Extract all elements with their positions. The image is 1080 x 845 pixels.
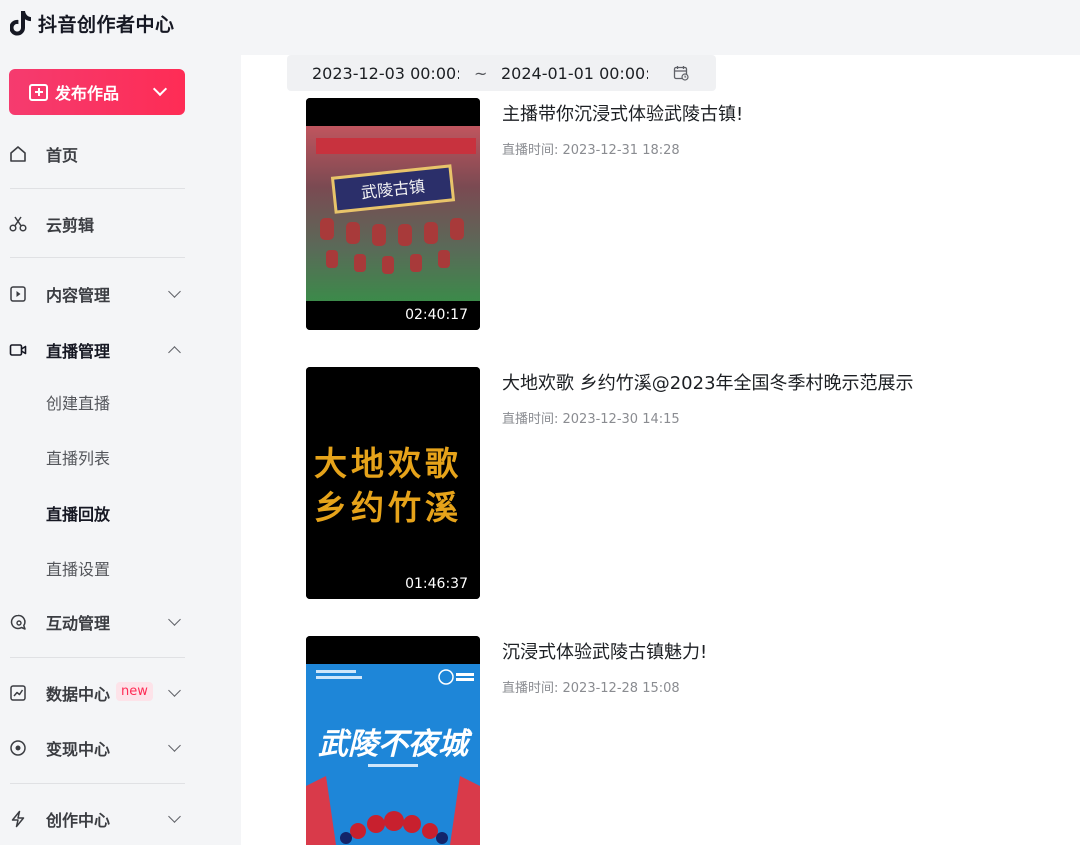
chevron-down-icon (168, 684, 181, 697)
sub-live-replay[interactable]: 直播回放 (46, 501, 110, 525)
calendar-icon[interactable] (673, 65, 689, 81)
replay-thumbnail[interactable]: 武陵不夜城 (306, 636, 480, 845)
nav-content-management-label: 内容管理 (46, 286, 111, 305)
publish-label: 发布作品 (55, 84, 120, 103)
replay-title[interactable]: 大地欢歌 乡约竹溪@2023年全国冬季村晚示范展示 (502, 369, 914, 395)
start-date-input[interactable]: 2023-12-03 00:00:00 (312, 64, 459, 83)
chevron-down-icon[interactable] (152, 81, 168, 97)
replay-time: 直播时间: 2023-12-31 18:28 (502, 143, 680, 158)
chat-search-icon (10, 614, 26, 630)
chevron-down-icon (168, 739, 181, 752)
thumb-text-line1: 大地欢歌 (314, 444, 462, 483)
nav-live-management-label: 直播管理 (46, 342, 111, 361)
nav-data-center[interactable]: 数据中心 new (0, 673, 213, 713)
nav-creation-center-label: 创作中心 (46, 811, 111, 830)
logo-text: 抖音创作者中心 (38, 13, 175, 36)
nav-interaction-management-label: 互动管理 (46, 614, 111, 633)
new-badge: new (116, 682, 153, 701)
replay-duration: 01:46:37 (405, 576, 468, 592)
divider (10, 783, 185, 784)
divider (10, 657, 185, 658)
chevron-down-icon (168, 810, 181, 823)
publish-button[interactable]: 发布作品 (9, 69, 185, 115)
nav-cloud-edit-label: 云剪辑 (46, 216, 95, 235)
sub-create-live[interactable]: 创建直播 (46, 390, 110, 414)
replay-duration: 02:40:17 (405, 307, 468, 323)
nav-home-label: 首页 (46, 146, 79, 165)
chevron-down-icon (168, 285, 181, 298)
chevron-up-icon (168, 346, 181, 359)
thumbnail-image: 武陵不夜城 (306, 636, 480, 845)
replay-thumbnail[interactable]: 武陵古镇 02:40:17 (306, 98, 480, 330)
divider (10, 188, 185, 189)
nav-creation-center[interactable]: 创作中心 (0, 799, 213, 839)
thumb-title-text: 武陵不夜城 (318, 727, 473, 762)
nav-interaction-management[interactable]: 互动管理 (0, 602, 213, 642)
replay-time: 直播时间: 2023-12-28 15:08 (502, 681, 680, 696)
divider (10, 257, 185, 258)
replay-thumbnail[interactable]: 大地欢歌 乡约竹溪 01:46:37 (306, 367, 480, 599)
end-date-input[interactable]: 2024-01-01 00:00:00 (501, 64, 648, 83)
nav-content-management[interactable]: 内容管理 (0, 274, 213, 314)
date-range-picker[interactable]: 2023-12-03 00:00:00 ~ 2024-01-01 00:00:0… (287, 55, 716, 91)
sub-live-list[interactable]: 直播列表 (46, 445, 110, 469)
replay-card[interactable]: 武陵不夜城 沉浸式体验武陵古镇魅力! 直播时间: 2023-12-28 15:0… (306, 636, 1066, 845)
thumbnail-image: 武陵古镇 (306, 98, 480, 330)
logo[interactable]: 抖音创作者中心 (10, 8, 175, 38)
thumb-text-line2: 乡约竹溪 (314, 488, 462, 527)
replay-card[interactable]: 大地欢歌 乡约竹溪 01:46:37 大地欢歌 乡约竹溪@2023年全国冬季村晚… (306, 367, 1066, 599)
top-bar (213, 0, 1080, 55)
replay-card[interactable]: 武陵古镇 02:40:17 主播带你沉浸式体验武陵古镇! 直播时间: 2023-… (306, 98, 1066, 330)
sidebar: 抖音创作者中心 发布作品 首页 云剪辑 内容管理 直播管理 创建直播 直播列表 … (0, 0, 213, 845)
lightning-icon (11, 810, 25, 828)
video-camera-icon (9, 344, 27, 356)
range-separator: ~ (474, 63, 488, 83)
play-square-icon (10, 286, 26, 302)
plus-square-icon (29, 83, 48, 101)
nav-home[interactable]: 首页 (0, 134, 213, 174)
chart-line-icon (10, 685, 26, 701)
nav-data-center-label: 数据中心 (46, 685, 111, 704)
sub-live-settings[interactable]: 直播设置 (46, 556, 110, 580)
scissors-icon (9, 216, 27, 232)
chevron-down-icon (168, 613, 181, 626)
thumbnail-image: 大地欢歌 乡约竹溪 (306, 367, 480, 599)
target-coin-icon (10, 740, 26, 756)
replay-title[interactable]: 主播带你沉浸式体验武陵古镇! (502, 100, 743, 126)
nav-monetization-center-label: 变现中心 (46, 740, 111, 759)
nav-live-management[interactable]: 直播管理 (0, 330, 213, 370)
douyin-logo-icon (10, 11, 31, 36)
replay-time: 直播时间: 2023-12-30 14:15 (502, 412, 680, 427)
nav-cloud-edit[interactable]: 云剪辑 (0, 204, 213, 244)
home-icon (10, 146, 26, 162)
replay-title[interactable]: 沉浸式体验武陵古镇魅力! (502, 638, 707, 664)
nav-monetization-center[interactable]: 变现中心 (0, 728, 213, 768)
